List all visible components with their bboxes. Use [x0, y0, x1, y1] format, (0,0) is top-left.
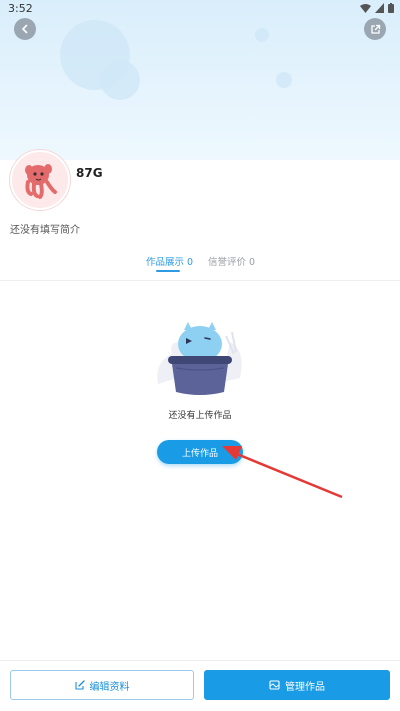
manage-works-button[interactable]: 管理作品: [204, 670, 390, 700]
edit-profile-button[interactable]: 编辑资料: [10, 670, 194, 700]
back-icon: [22, 24, 28, 34]
manage-icon: [269, 680, 280, 690]
active-tab-indicator: [156, 270, 180, 272]
decor-bubble: [276, 72, 292, 88]
decor-bubble: [100, 60, 140, 100]
signal-icon: [375, 3, 384, 13]
divider: [0, 280, 400, 281]
edit-icon: [74, 680, 85, 690]
battery-icon: [388, 3, 394, 13]
divider: [0, 660, 400, 661]
upload-works-label: 上传作品: [181, 448, 218, 459]
profile-header-background: [0, 0, 400, 160]
empty-box-illustration: [157, 322, 242, 395]
avatar-octopus-illustration: [25, 164, 57, 199]
upload-works-button[interactable]: 上传作品: [157, 440, 243, 464]
wifi-icon: [360, 4, 371, 13]
profile-bio: 还没有填写简介: [10, 225, 80, 236]
username: 87G: [76, 166, 103, 180]
status-time: 3:52: [8, 2, 33, 15]
empty-state-message: 还没有上传作品: [168, 411, 232, 421]
profile-tabs: 作品展示 0 信誉评价 0: [0, 248, 400, 278]
share-icon: [370, 24, 380, 34]
share-button[interactable]: [364, 18, 386, 40]
avatar[interactable]: [10, 150, 70, 210]
manage-works-label: 管理作品: [285, 681, 325, 693]
status-icons: [360, 3, 394, 13]
decor-bubble: [255, 28, 269, 42]
back-button[interactable]: [14, 18, 36, 40]
tab-works[interactable]: 作品展示 0: [146, 254, 193, 268]
status-bar: 3:52: [0, 0, 400, 18]
tab-reputation[interactable]: 信誉评价 0: [208, 254, 255, 268]
edit-profile-label: 编辑资料: [89, 681, 130, 693]
